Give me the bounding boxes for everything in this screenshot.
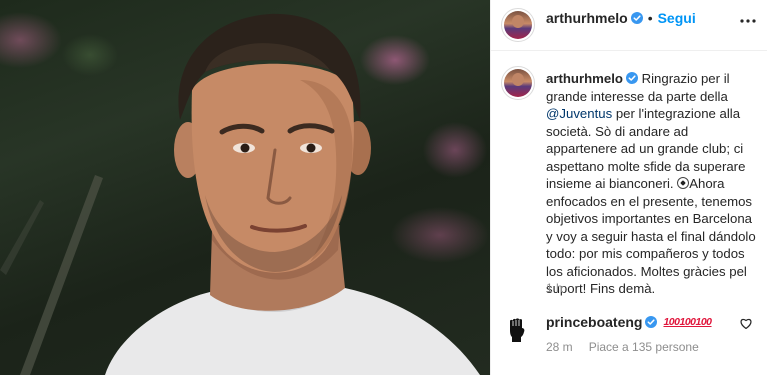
caption-username[interactable]: arthurhmelo bbox=[546, 71, 623, 86]
mention-link[interactable]: @Juventus bbox=[546, 106, 612, 121]
caption-timestamp[interactable]: 1 h bbox=[546, 281, 563, 295]
heart-icon[interactable] bbox=[740, 318, 752, 329]
more-options-icon[interactable] bbox=[739, 12, 757, 30]
caption-avatar[interactable] bbox=[501, 66, 535, 100]
portrait-illustration bbox=[0, 13, 480, 375]
verified-badge-icon bbox=[625, 72, 638, 84]
avatar-image bbox=[504, 11, 532, 39]
avatar-image bbox=[504, 69, 532, 97]
verified-badge-icon bbox=[630, 12, 643, 24]
author-avatar[interactable] bbox=[501, 8, 535, 42]
verified-badge-icon bbox=[645, 316, 658, 328]
post-photo[interactable] bbox=[0, 0, 490, 375]
caption-text-part3: Ahora enfocados en el presente, tenemos … bbox=[546, 176, 756, 296]
raised-fist-icon bbox=[510, 318, 525, 342]
hundred-points-emoji: 100100100 bbox=[663, 316, 712, 328]
commenter-avatar[interactable] bbox=[501, 314, 533, 346]
author-username[interactable]: arthurhmelo bbox=[546, 10, 628, 26]
header-user: arthurhmelo • Segui bbox=[546, 10, 696, 26]
comment-line: princeboateng 100100100 bbox=[546, 314, 712, 330]
post-sidebar: arthurhmelo • Segui arthurhmelo Ringrazi… bbox=[490, 0, 767, 375]
comment-timestamp[interactable]: 28 m bbox=[546, 340, 573, 354]
comment-likes[interactable]: Piace a 135 persone bbox=[589, 340, 699, 354]
comment-meta: 28 m Piace a 135 persone bbox=[546, 340, 699, 354]
commenter-username[interactable]: princeboateng bbox=[546, 314, 642, 330]
soccer-ball-icon bbox=[677, 177, 690, 189]
post-caption: arthurhmelo Ringrazio per il grande inte… bbox=[546, 70, 756, 298]
follow-button[interactable]: Segui bbox=[658, 10, 696, 26]
separator-dot: • bbox=[647, 10, 653, 26]
post-header: arthurhmelo • Segui bbox=[491, 0, 767, 51]
